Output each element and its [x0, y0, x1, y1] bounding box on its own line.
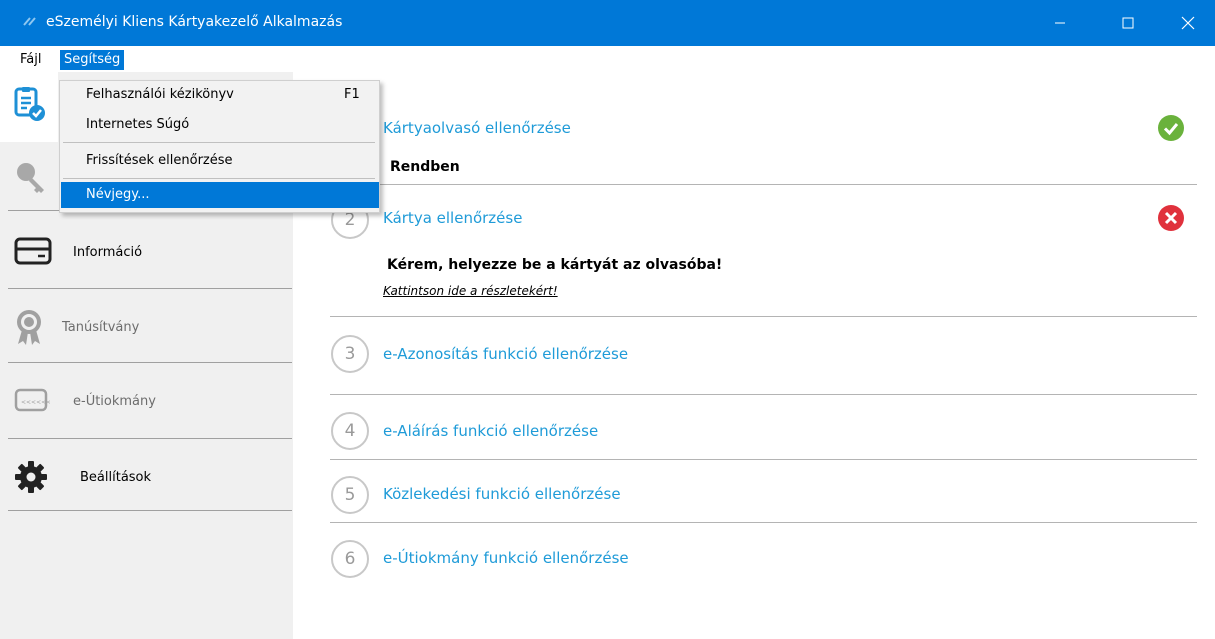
step-divider	[330, 316, 1197, 317]
help-dropdown-menu: Felhasználói kézikönyv F1 Internetes Súg…	[59, 80, 380, 213]
card-icon	[14, 237, 52, 265]
maximize-icon	[1122, 17, 1134, 29]
menu-item-check-updates[interactable]: Frissítések ellenőrzése	[61, 148, 379, 174]
sidebar-item-passport[interactable]: <<<<<< e-Útiokmány	[0, 366, 293, 436]
maximize-button[interactable]	[1105, 0, 1151, 46]
sidebar-item-label: Beállítások	[80, 470, 152, 485]
details-link[interactable]: Kattintson ide a részletekért!	[383, 284, 558, 298]
sidebar-item-information[interactable]: Információ	[0, 218, 293, 288]
menu-item-label: Névjegy...	[86, 187, 150, 202]
close-icon	[1181, 16, 1195, 30]
error-icon	[1158, 205, 1184, 231]
title-bar: eSzemélyi Kliens Kártyakezelő Alkalmazás	[0, 0, 1215, 46]
menu-help[interactable]: Segítség	[60, 50, 125, 70]
passport-icon: <<<<<<	[14, 388, 50, 412]
sidebar-divider	[8, 510, 292, 511]
menu-bar: Fájl Segítség	[0, 46, 1215, 72]
sidebar-item-certificate[interactable]: Tanúsítvány	[0, 292, 293, 362]
sidebar-item-settings[interactable]: Beállítások	[0, 442, 293, 512]
sidebar-divider	[8, 288, 292, 289]
step-divider	[330, 394, 1197, 395]
step-status: Rendben	[390, 159, 460, 175]
step-number: 5	[331, 476, 369, 514]
sidebar-divider	[8, 438, 292, 439]
step-title[interactable]: e-Aláírás funkció ellenőrzése	[383, 422, 598, 440]
sidebar-item-label: e-Útiokmány	[73, 394, 156, 409]
minimize-button[interactable]	[1037, 0, 1083, 46]
step-title[interactable]: Kártyaolvasó ellenőrzése	[383, 119, 571, 137]
menu-item-user-manual[interactable]: Felhasználói kézikönyv F1	[61, 82, 379, 108]
gear-icon	[15, 461, 47, 493]
step-number: 3	[331, 335, 369, 373]
step-title[interactable]: Közlekedési funkció ellenőrzése	[383, 485, 621, 503]
step-divider	[330, 459, 1197, 460]
step-title[interactable]: e-Útiokmány funkció ellenőrzése	[383, 549, 629, 567]
window-title: eSzemélyi Kliens Kártyakezelő Alkalmazás	[46, 14, 343, 30]
sidebar-item-label: Tanúsítvány	[62, 320, 140, 335]
key-icon	[17, 163, 44, 193]
menu-item-label: Frissítések ellenőrzése	[86, 153, 233, 168]
svg-text:<<<<<<: <<<<<<	[21, 399, 50, 406]
close-button[interactable]	[1165, 0, 1211, 46]
menu-item-shortcut: F1	[344, 87, 360, 102]
step-title[interactable]: e-Azonosítás funkció ellenőrzése	[383, 345, 628, 363]
menu-file[interactable]: Fájl	[16, 50, 45, 70]
menu-separator	[63, 142, 375, 143]
check-ok-icon	[1158, 115, 1184, 141]
step-title[interactable]: Kártya ellenőrzése	[383, 209, 522, 227]
menu-item-about[interactable]: Névjegy...	[61, 182, 379, 208]
step-number: 6	[331, 540, 369, 578]
step-divider	[330, 522, 1197, 523]
step-status: Kérem, helyezze be a kártyát az olvasóba…	[387, 257, 723, 273]
minimize-icon	[1055, 22, 1065, 24]
certificate-icon	[17, 310, 41, 345]
menu-item-label: Felhasználói kézikönyv	[86, 87, 234, 102]
menu-separator	[63, 178, 375, 179]
app-logo-icon	[23, 17, 36, 26]
menu-item-label: Internetes Súgó	[86, 117, 190, 132]
step-divider	[330, 184, 1197, 185]
sidebar-item-label: Információ	[73, 245, 143, 260]
checklist-icon	[14, 87, 45, 121]
menu-item-online-help[interactable]: Internetes Súgó	[61, 112, 379, 138]
sidebar-item-check[interactable]	[0, 72, 58, 142]
sidebar-divider	[8, 362, 292, 363]
step-number: 4	[331, 412, 369, 450]
